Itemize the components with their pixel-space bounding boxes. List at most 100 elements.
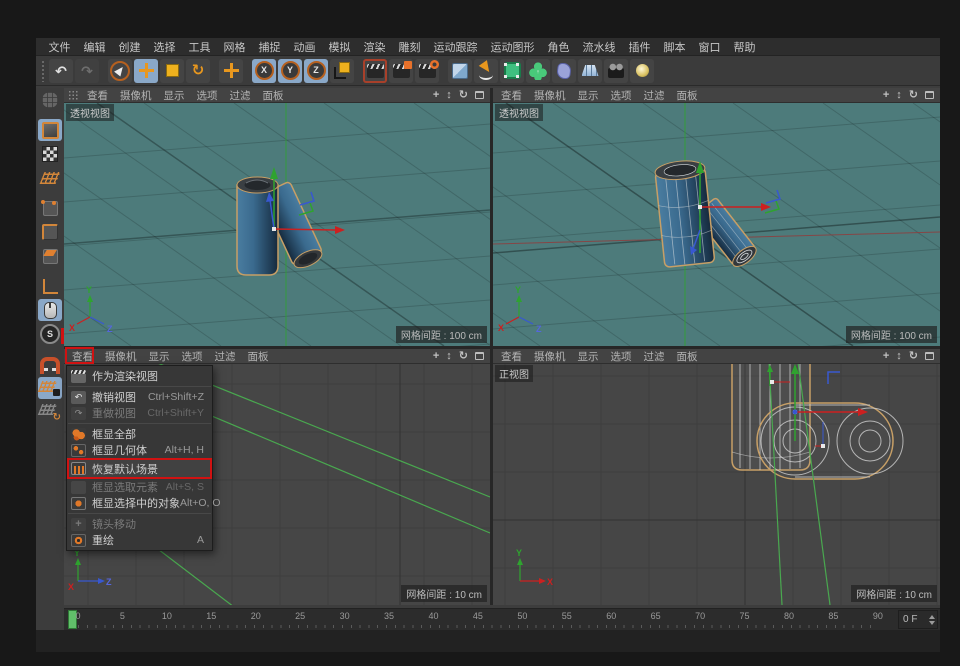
dolly-view-icon[interactable]: ↕: [896, 90, 902, 101]
light-icon[interactable]: [630, 59, 654, 83]
dolly-view-icon[interactable]: ↕: [446, 90, 452, 101]
frame-stepper-icon[interactable]: [928, 614, 935, 626]
viewport-menu-item[interactable]: 选项: [605, 349, 638, 364]
render-settings-icon[interactable]: [415, 59, 439, 83]
orbit-view-icon[interactable]: ↻: [459, 90, 468, 101]
viewport-menu-item[interactable]: 显示: [143, 349, 176, 364]
viewport-canvas[interactable]: Y X Z 网格间距 : 100 cm: [64, 103, 490, 346]
viewport-menu-item[interactable]: 显示: [158, 88, 191, 103]
render-picture-viewer-icon[interactable]: [389, 59, 413, 83]
maximize-view-icon[interactable]: [475, 91, 484, 99]
snap-magnet-icon[interactable]: [38, 353, 62, 375]
menubar-item[interactable]: 脚本: [657, 39, 692, 55]
rotate-tool-icon[interactable]: ↻: [186, 59, 210, 83]
menubar-item[interactable]: 渲染: [357, 39, 392, 55]
workplane-lock-icon[interactable]: [38, 377, 62, 399]
texture-mode-icon[interactable]: [38, 143, 62, 165]
viewport-menu-item[interactable]: 过滤: [209, 349, 242, 364]
viewport-menu-item[interactable]: 查看: [495, 349, 528, 364]
menu-item-redo-view[interactable]: ↷ 重做视图 Ctrl+Shift+Y: [67, 405, 212, 421]
maximize-view-icon[interactable]: [925, 91, 934, 99]
points-mode-icon[interactable]: [38, 197, 62, 219]
menu-item-frame-geometry[interactable]: 框显几何体 Alt+H, H: [67, 442, 212, 458]
menu-item-frame-selected-objects[interactable]: 框显选择中的对象 Alt+O, O: [67, 495, 212, 511]
viewport-menu-item[interactable]: 过滤: [638, 88, 671, 103]
menu-item-undo-view[interactable]: ↶ 撤销视图 Ctrl+Shift+Z: [67, 389, 212, 405]
viewport-menu-item[interactable]: 过滤: [638, 349, 671, 364]
viewport-menu-item[interactable]: 面板: [671, 349, 704, 364]
menu-item-redraw[interactable]: 重绘 A: [67, 532, 212, 548]
spline-pen-icon[interactable]: [474, 59, 498, 83]
enable-axis-icon[interactable]: [38, 275, 62, 297]
menu-item-frame-selected-elements[interactable]: 框显选取元素 Alt+S, S: [67, 479, 212, 495]
menubar-item[interactable]: 插件: [622, 39, 657, 55]
toolbar-drag-handle[interactable]: [41, 60, 45, 82]
menubar-item[interactable]: 文件: [42, 39, 77, 55]
viewport-menu-item[interactable]: 面板: [257, 88, 290, 103]
viewport-menu-item[interactable]: 摄像机: [528, 349, 572, 364]
last-used-tool-icon[interactable]: [219, 59, 243, 83]
add-cube-icon[interactable]: [448, 59, 472, 83]
live-selection-icon[interactable]: [108, 59, 132, 83]
menubar-item[interactable]: 角色: [541, 39, 576, 55]
menubar-item[interactable]: 创建: [112, 39, 147, 55]
viewport-menu-item[interactable]: 面板: [671, 88, 704, 103]
menubar-item[interactable]: 动画: [287, 39, 322, 55]
menubar-item[interactable]: 工具: [182, 39, 217, 55]
undo-icon[interactable]: ↶: [49, 59, 73, 83]
viewport-menu-item[interactable]: 显示: [572, 88, 605, 103]
viewport-menu-item[interactable]: 查看: [495, 88, 528, 103]
dolly-view-icon[interactable]: ↕: [896, 351, 902, 362]
viewport-canvas[interactable]: Y X Z 网格间距 : 100 cm: [493, 103, 940, 346]
menubar-item[interactable]: 网格: [217, 39, 252, 55]
viewport-menu-item[interactable]: 选项: [176, 349, 209, 364]
viewport-header-handle[interactable]: [68, 90, 79, 101]
viewport-menu-item[interactable]: 显示: [572, 349, 605, 364]
subdivision-surface-icon[interactable]: [500, 59, 524, 83]
orbit-view-icon[interactable]: ↻: [909, 90, 918, 101]
coordinate-system-icon[interactable]: [330, 59, 354, 83]
maximize-view-icon[interactable]: [925, 352, 934, 360]
menubar-item[interactable]: 雕刻: [392, 39, 427, 55]
viewport-menu-item[interactable]: 选项: [191, 88, 224, 103]
orbit-view-icon[interactable]: ↻: [909, 351, 918, 362]
timeline-ruler[interactable]: 051015202530354045505560657075808590: [64, 609, 896, 630]
z-axis-lock-icon[interactable]: Z: [304, 59, 328, 83]
menu-item-camera-move[interactable]: + 镜头移动: [67, 516, 212, 532]
maximize-view-icon[interactable]: [475, 352, 484, 360]
menubar-item[interactable]: 流水线: [576, 39, 622, 55]
floor-icon[interactable]: [578, 59, 602, 83]
frame-counter-field[interactable]: 0 F: [898, 610, 938, 629]
viewport-menu-item[interactable]: 面板: [242, 349, 275, 364]
menubar-item[interactable]: 运动图形: [484, 39, 541, 55]
pan-view-icon[interactable]: +: [883, 351, 889, 362]
menu-item-restore-default-scene[interactable]: 恢复默认场景: [67, 458, 212, 479]
menubar-item[interactable]: 帮助: [727, 39, 762, 55]
viewport-mouse-icon[interactable]: [38, 299, 62, 321]
viewport-menu-item[interactable]: 摄像机: [528, 88, 572, 103]
model-mode-icon[interactable]: [38, 119, 62, 141]
menu-item-as-render-view[interactable]: 作为渲染视图: [67, 368, 212, 384]
viewport-canvas[interactable]: Y X 网格间距 : 10 cm: [493, 364, 940, 605]
move-tool-icon[interactable]: [134, 59, 158, 83]
redo-icon[interactable]: ↷: [75, 59, 99, 83]
viewport-menu-item[interactable]: 查看: [81, 88, 114, 103]
viewport-menu-item[interactable]: 查看: [66, 349, 99, 364]
polygons-mode-icon[interactable]: [38, 245, 62, 267]
pan-view-icon[interactable]: +: [433, 351, 439, 362]
pan-view-icon[interactable]: +: [883, 90, 889, 101]
menu-item-frame-all[interactable]: 框显全部: [67, 426, 212, 442]
viewport-menu-item[interactable]: 过滤: [224, 88, 257, 103]
dolly-view-icon[interactable]: ↕: [446, 351, 452, 362]
make-editable-icon[interactable]: [38, 89, 62, 111]
viewport-menu-item[interactable]: 摄像机: [99, 349, 143, 364]
orbit-view-icon[interactable]: ↻: [459, 351, 468, 362]
menubar-item[interactable]: 捕捉: [252, 39, 287, 55]
cloner-icon[interactable]: [526, 59, 550, 83]
menubar-item[interactable]: 窗口: [692, 39, 727, 55]
workplane-mode-icon[interactable]: [38, 167, 62, 189]
menubar-item[interactable]: 编辑: [77, 39, 112, 55]
edges-mode-icon[interactable]: [38, 221, 62, 243]
menubar-item[interactable]: 模拟: [322, 39, 357, 55]
x-axis-lock-icon[interactable]: X: [252, 59, 276, 83]
